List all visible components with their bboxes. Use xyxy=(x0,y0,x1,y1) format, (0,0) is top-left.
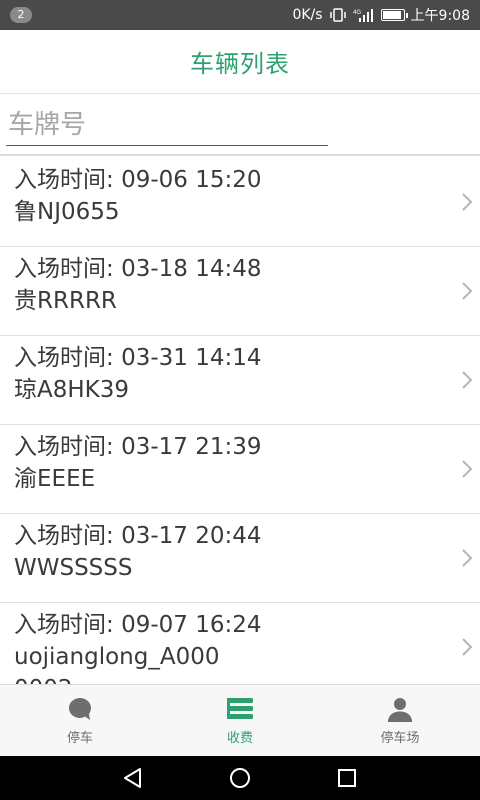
entry-time-value: 03-31 14:14 xyxy=(121,345,262,371)
chevron-right-icon xyxy=(462,460,473,478)
user-icon xyxy=(388,698,412,722)
tab-charge[interactable]: 收费 xyxy=(160,685,320,756)
app-screen: 2 0K/s 4G 上午9:08 车辆列表 车牌号 入场时间: 09-06 15… xyxy=(0,0,480,800)
chevron-right-icon xyxy=(462,371,473,389)
entry-time-line: 入场时间: 03-17 20:44 xyxy=(14,520,466,552)
entry-time-label: 入场时间: xyxy=(14,612,122,638)
plate-number: 鲁NJ0655 xyxy=(14,199,120,225)
4g-signal-icon: 4G xyxy=(353,9,373,22)
plate-number: WWSSSSS xyxy=(14,555,133,581)
chevron-right-icon xyxy=(462,549,473,567)
network-speed: 0K/s xyxy=(292,7,323,23)
vehicle-list-item[interactable]: 入场时间: 03-31 14:14 琼A8HK39 xyxy=(0,336,480,425)
entry-time-value: 03-18 14:48 xyxy=(121,256,262,282)
vibrate-icon xyxy=(329,8,346,22)
entry-time-value: 09-07 16:24 xyxy=(121,612,262,638)
chevron-right-icon xyxy=(462,193,473,211)
vehicle-list-item[interactable]: 入场时间: 09-06 15:20 鲁NJ0655 xyxy=(0,158,480,247)
entry-time-line: 入场时间: 09-06 15:20 xyxy=(14,164,466,196)
status-bar: 2 0K/s 4G 上午9:08 xyxy=(0,0,480,30)
page-title: 车辆列表 xyxy=(190,50,290,78)
parking-pin-icon xyxy=(69,698,91,720)
tab-label: 收费 xyxy=(226,731,253,746)
entry-time-line: 入场时间: 03-18 14:48 xyxy=(14,253,466,285)
plate-number: 琼A8HK39 xyxy=(14,377,130,403)
vehicle-list-item[interactable]: 入场时间: 09-07 16:24 uojianglong_A0000002 xyxy=(0,603,480,684)
bottom-nav: 停车 收费 停车场 xyxy=(0,684,480,756)
entry-time-value: 03-17 20:44 xyxy=(121,523,262,549)
tab-label: 停车 xyxy=(66,731,93,746)
status-left: 2 xyxy=(10,7,32,23)
status-right: 0K/s 4G 上午9:08 xyxy=(292,5,470,25)
plate-number: uojianglong_A0000002 xyxy=(14,644,220,684)
back-triangle-icon[interactable] xyxy=(121,766,145,790)
plate-number: 渝EEEE xyxy=(14,466,96,492)
system-nav-bar xyxy=(0,756,480,800)
entry-time-line: 入场时间: 03-31 14:14 xyxy=(14,342,466,374)
vehicle-list-item[interactable]: 入场时间: 03-18 14:48 贵RRRRR xyxy=(0,247,480,336)
title-bar: 车辆列表 xyxy=(0,30,480,94)
status-time: 上午9:08 xyxy=(410,8,470,24)
entry-time-line: 入场时间: 09-07 16:24 xyxy=(14,609,466,641)
search-area xyxy=(0,94,480,156)
tab-parking[interactable]: 停车 xyxy=(0,685,160,756)
entry-time-label: 入场时间: xyxy=(14,523,122,549)
entry-time-value: 03-17 21:39 xyxy=(121,434,262,460)
entry-time-label: 入场时间: xyxy=(14,434,122,460)
plate-number: 贵RRRRR xyxy=(14,288,117,314)
entry-time-label: 入场时间: xyxy=(14,256,122,282)
tab-parking-lot[interactable]: 停车场 xyxy=(320,685,480,756)
entry-time-label: 入场时间: xyxy=(14,345,122,371)
recents-square-icon[interactable] xyxy=(335,766,359,790)
chevron-right-icon xyxy=(462,282,473,300)
chevron-right-icon xyxy=(462,638,473,656)
vehicle-list-item[interactable]: 入场时间: 03-17 21:39 渝EEEE xyxy=(0,425,480,514)
notification-count-badge: 2 xyxy=(10,7,32,23)
vehicle-list-item[interactable]: 入场时间: 03-17 20:44 WWSSSSS xyxy=(0,514,480,603)
entry-time-value: 09-06 15:20 xyxy=(121,167,262,193)
home-circle-icon[interactable] xyxy=(228,766,252,790)
vehicle-list: 入场时间: 09-06 15:20 鲁NJ0655 入场时间: 03-18 14… xyxy=(0,158,480,684)
svg-text:4G: 4G xyxy=(353,10,361,16)
entry-time-label: 入场时间: xyxy=(14,167,122,193)
entry-time-line: 入场时间: 03-17 21:39 xyxy=(14,431,466,463)
tab-label: 停车场 xyxy=(380,731,420,746)
battery-icon xyxy=(380,9,408,21)
plate-search-input[interactable] xyxy=(6,104,328,146)
charge-list-icon xyxy=(227,698,253,719)
